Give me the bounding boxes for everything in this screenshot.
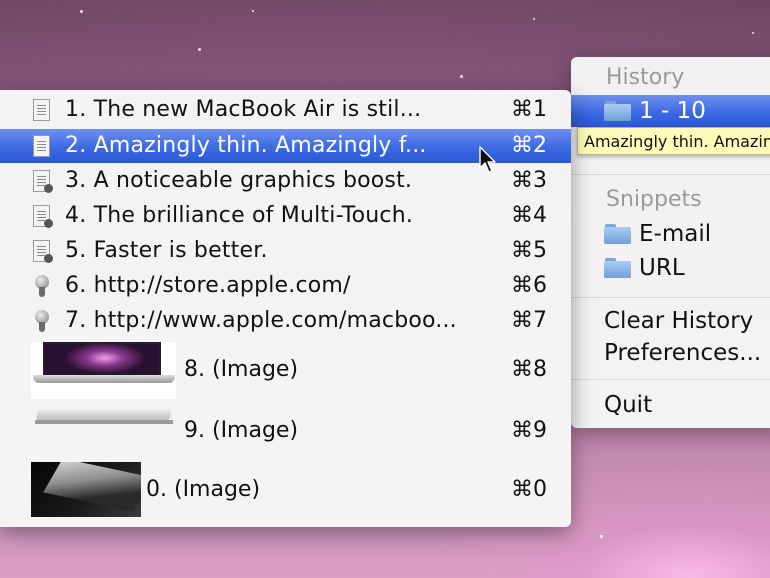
shortcut-label: ⌘4 — [511, 203, 547, 228]
history-item-label: 0. (Image) — [146, 477, 261, 502]
shortcut-label: ⌘8 — [511, 357, 547, 382]
history-item-label: 3. A noticeable graphics boost. — [65, 168, 413, 193]
snippet-folder-label: URL — [639, 255, 685, 281]
clear-history-item[interactable]: Clear History — [604, 307, 753, 335]
history-header: History — [606, 65, 685, 90]
history-item-label: 5. Faster is better. — [65, 238, 268, 263]
history-item-label: 4. The brilliance of Multi-Touch. — [65, 203, 414, 228]
rich-text-clipping-icon — [33, 240, 53, 266]
shortcut-label: ⌘2 — [511, 133, 547, 158]
shortcut-label: ⌘7 — [511, 308, 547, 333]
shortcut-label: ⌘6 — [511, 273, 547, 298]
shortcut-label: ⌘1 — [511, 97, 547, 122]
parent-menu: History 1 - 10 Snippets E-mail URL Clear… — [571, 57, 770, 428]
history-item-label: 1. The new MacBook Air is stil... — [65, 97, 422, 122]
menu-separator — [571, 174, 770, 175]
text-clipping-icon — [33, 99, 50, 125]
snippets-header: Snippets — [606, 187, 702, 212]
text-clipping-icon — [33, 135, 50, 161]
wallpaper-star — [252, 10, 254, 12]
macbook-closed-thumbnail — [31, 402, 176, 459]
history-range-item[interactable]: 1 - 10 — [571, 95, 770, 127]
tooltip: Amazingly thin. Amazingly f — [577, 127, 770, 155]
wallpaper-star — [80, 10, 83, 13]
menu-separator — [571, 297, 770, 298]
rich-text-clipping-icon — [33, 205, 53, 231]
menu-separator — [571, 379, 770, 380]
quit-item[interactable]: Quit — [604, 391, 652, 419]
shortcut-label: ⌘5 — [511, 238, 547, 263]
rich-text-clipping-icon — [33, 170, 53, 196]
url-clipping-icon — [33, 275, 51, 301]
history-item-0[interactable]: 0. (Image) ⌘0 — [0, 462, 571, 520]
history-item-6[interactable]: 6. http://store.apple.com/ ⌘6 — [0, 269, 571, 303]
history-item-label: 7. http://www.apple.com/macboo... — [65, 308, 457, 333]
history-range-label: 1 - 10 — [639, 98, 706, 124]
shortcut-label: ⌘0 — [511, 477, 547, 502]
wallpaper-star — [460, 75, 463, 78]
url-clipping-icon — [33, 310, 51, 336]
snippet-folder-email[interactable]: E-mail — [604, 219, 711, 249]
macbook-dark-thumbnail — [31, 462, 141, 517]
history-item-1[interactable]: 1. The new MacBook Air is stil... ⌘1 — [0, 93, 571, 127]
history-item-5[interactable]: 5. Faster is better. ⌘5 — [0, 234, 571, 268]
wallpaper-star — [600, 535, 603, 538]
shortcut-label: ⌘9 — [511, 418, 547, 443]
folder-icon — [604, 258, 631, 278]
history-item-label: 6. http://store.apple.com/ — [65, 273, 351, 298]
wallpaper-star — [198, 48, 201, 51]
macbook-open-thumbnail — [31, 342, 176, 399]
history-item-label: 9. (Image) — [184, 418, 299, 443]
folder-icon — [604, 224, 631, 244]
history-item-8[interactable]: 8. (Image) ⌘8 — [0, 342, 571, 402]
snippet-folder-label: E-mail — [639, 221, 712, 247]
folder-icon — [604, 101, 631, 121]
history-item-label: 2. Amazingly thin. Amazingly f... — [65, 133, 427, 158]
history-item-7[interactable]: 7. http://www.apple.com/macboo... ⌘7 — [0, 304, 571, 338]
history-item-label: 8. (Image) — [184, 357, 299, 382]
snippet-folder-url[interactable]: URL — [604, 253, 685, 283]
wallpaper-star — [752, 32, 754, 34]
preferences-item[interactable]: Preferences... — [604, 339, 761, 367]
history-item-9[interactable]: 9. (Image) ⌘9 — [0, 402, 571, 462]
shortcut-label: ⌘3 — [511, 168, 547, 193]
wallpaper-star — [533, 18, 535, 20]
history-item-4[interactable]: 4. The brilliance of Multi-Touch. ⌘4 — [0, 199, 571, 233]
